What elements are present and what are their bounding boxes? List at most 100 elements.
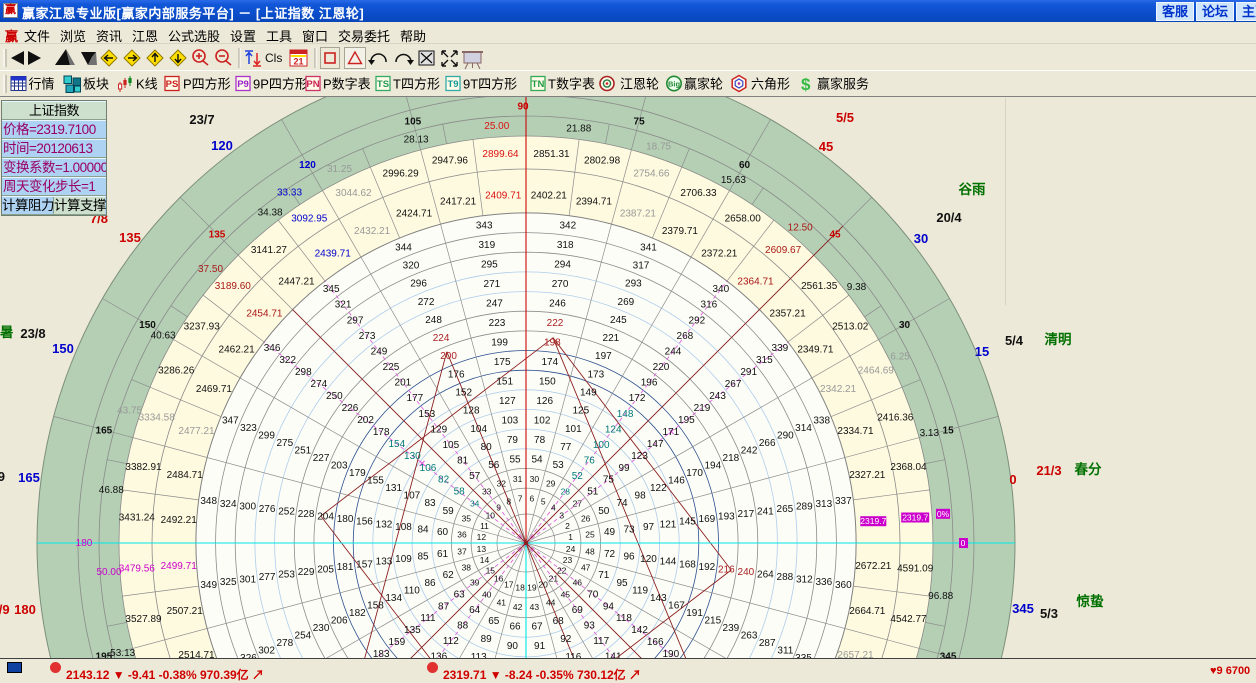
svg-text:254: 254 <box>295 630 312 641</box>
svg-text:79: 79 <box>507 435 519 446</box>
svg-text:124: 124 <box>605 424 622 435</box>
svg-text:2364.71: 2364.71 <box>737 276 774 287</box>
svg-text:2561.35: 2561.35 <box>801 281 838 292</box>
svg-text:5/3: 5/3 <box>1040 606 1058 621</box>
svg-text:12.50: 12.50 <box>788 223 813 234</box>
svg-text:341: 341 <box>640 242 657 253</box>
svg-text:6.25: 6.25 <box>890 352 910 363</box>
svg-text:97: 97 <box>643 522 655 533</box>
svg-text:赢家轮: 赢家轮 <box>684 77 723 92</box>
svg-text:47: 47 <box>581 563 591 573</box>
svg-text:337: 337 <box>835 496 852 507</box>
svg-text:149: 149 <box>580 388 597 399</box>
svg-text:80: 80 <box>481 442 493 453</box>
svg-text:112: 112 <box>443 636 459 647</box>
svg-text:253: 253 <box>278 570 295 581</box>
svg-text:314: 314 <box>795 423 812 434</box>
svg-text:132: 132 <box>376 519 393 530</box>
svg-text:2432.21: 2432.21 <box>354 226 391 237</box>
svg-text:342: 342 <box>559 221 576 232</box>
svg-text:157: 157 <box>356 559 373 570</box>
svg-text:3431.24: 3431.24 <box>119 513 156 524</box>
svg-text:105: 105 <box>442 440 459 451</box>
svg-text:11: 11 <box>480 521 489 531</box>
svg-text:35: 35 <box>462 513 472 523</box>
svg-text:P数字表: P数字表 <box>323 77 371 92</box>
svg-text:195: 195 <box>678 415 695 426</box>
svg-text:Big: Big <box>668 80 681 89</box>
svg-text:131: 131 <box>385 483 402 494</box>
svg-text:2327.21: 2327.21 <box>849 470 886 481</box>
svg-text:199: 199 <box>491 338 508 349</box>
svg-text:218: 218 <box>723 453 740 464</box>
svg-text:2492.21: 2492.21 <box>161 515 198 526</box>
svg-text:176: 176 <box>448 369 465 380</box>
svg-text:151: 151 <box>496 377 513 388</box>
svg-text:297: 297 <box>347 315 364 326</box>
svg-text:30: 30 <box>530 474 540 484</box>
svg-text:325: 325 <box>220 577 237 588</box>
svg-text:148: 148 <box>617 409 634 420</box>
svg-text:38: 38 <box>462 563 472 573</box>
svg-text:244: 244 <box>665 346 682 357</box>
svg-text:3382.91: 3382.91 <box>125 462 162 473</box>
svg-text:320: 320 <box>403 261 420 272</box>
svg-text:215: 215 <box>704 615 721 626</box>
svg-text:200: 200 <box>440 351 457 362</box>
svg-text:198: 198 <box>544 338 561 349</box>
svg-text:263: 263 <box>741 630 758 641</box>
svg-text:166: 166 <box>647 637 664 648</box>
svg-text:95: 95 <box>616 578 628 589</box>
svg-text:289: 289 <box>796 501 813 512</box>
svg-text:4591.09: 4591.09 <box>897 564 934 575</box>
svg-text:7: 7 <box>518 493 523 503</box>
svg-text:322: 322 <box>279 355 296 366</box>
svg-text:3237.93: 3237.93 <box>184 321 221 332</box>
svg-text:2447.21: 2447.21 <box>278 276 315 287</box>
svg-text:春分: 春分 <box>1074 461 1103 477</box>
svg-text:226: 226 <box>342 403 359 414</box>
svg-text:9.38: 9.38 <box>847 282 867 293</box>
svg-text:224: 224 <box>433 333 450 344</box>
svg-text:294: 294 <box>554 260 571 271</box>
svg-text:2357.21: 2357.21 <box>770 309 807 320</box>
svg-text:250: 250 <box>326 391 343 402</box>
svg-text:2802.98: 2802.98 <box>584 156 621 167</box>
svg-text:37.50: 37.50 <box>198 264 223 275</box>
svg-text:324: 324 <box>220 499 237 510</box>
svg-text:245: 245 <box>610 315 627 326</box>
svg-text:5/5: 5/5 <box>836 110 854 125</box>
svg-text:191: 191 <box>686 608 703 619</box>
svg-text:61: 61 <box>437 549 449 560</box>
svg-text:96.88: 96.88 <box>928 591 953 602</box>
svg-text:127: 127 <box>499 396 516 407</box>
svg-text:15: 15 <box>975 344 989 359</box>
svg-text:94: 94 <box>603 601 615 612</box>
svg-text:0: 0 <box>1009 472 1016 487</box>
svg-text:109: 109 <box>395 554 412 565</box>
svg-text:96: 96 <box>623 552 635 563</box>
svg-text:156: 156 <box>356 517 373 528</box>
svg-text:2416.36: 2416.36 <box>877 413 914 424</box>
svg-text:30: 30 <box>914 231 928 246</box>
svg-text:77: 77 <box>560 442 572 453</box>
svg-text:241: 241 <box>757 507 774 518</box>
svg-text:45: 45 <box>819 139 833 154</box>
svg-text:300: 300 <box>239 501 256 512</box>
svg-text:319: 319 <box>478 240 495 251</box>
svg-text:102: 102 <box>534 416 551 427</box>
svg-text:15: 15 <box>943 425 955 436</box>
svg-text:59: 59 <box>443 506 455 517</box>
svg-text:193: 193 <box>718 512 735 523</box>
svg-text:2368.04: 2368.04 <box>890 462 927 473</box>
svg-text:343: 343 <box>476 221 493 232</box>
svg-text:276: 276 <box>259 504 276 515</box>
svg-text:273: 273 <box>359 331 376 342</box>
svg-text:360: 360 <box>835 580 852 591</box>
svg-text:180: 180 <box>337 514 354 525</box>
svg-text:222: 222 <box>547 318 564 329</box>
svg-text:2379.71: 2379.71 <box>662 226 699 237</box>
svg-text:196: 196 <box>641 378 658 389</box>
svg-text:45: 45 <box>561 589 571 599</box>
svg-text:40: 40 <box>482 589 492 599</box>
